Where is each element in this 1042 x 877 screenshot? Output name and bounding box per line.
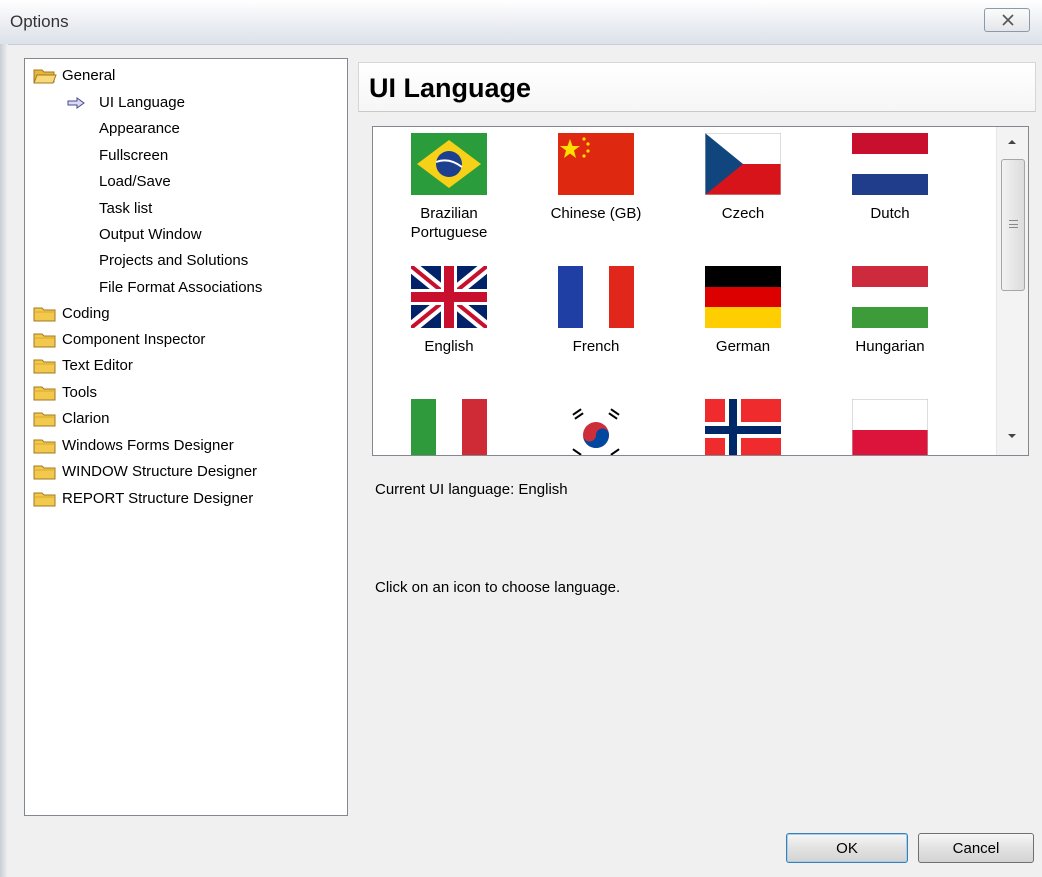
- language-list[interactable]: Brazilian Portuguese Chinese (GB) Czech D…: [372, 126, 1029, 456]
- tree-item-label: Projects and Solutions: [99, 252, 249, 269]
- scrollbar-thumb[interactable]: [1001, 159, 1025, 291]
- korea-flag-icon: [558, 399, 634, 455]
- folder-open-icon: [33, 69, 57, 84]
- hungary-flag-icon: [852, 266, 928, 328]
- language-item-german[interactable]: German: [683, 266, 803, 386]
- tree-item-label: Task list: [99, 200, 153, 217]
- language-list-scrollbar[interactable]: [996, 127, 1028, 455]
- folder-icon: [33, 386, 56, 401]
- arrow-right-icon: [67, 97, 85, 109]
- language-item-hungarian[interactable]: Hungarian: [830, 266, 950, 386]
- scroll-up-icon[interactable]: [1005, 137, 1019, 147]
- brazil-flag-icon: [411, 133, 487, 195]
- folder-icon: [33, 412, 56, 427]
- poland-flag-icon: [852, 399, 928, 455]
- language-item-dutch[interactable]: Dutch: [830, 133, 950, 253]
- folder-icon: [33, 439, 56, 454]
- scroll-down-icon[interactable]: [1005, 431, 1019, 441]
- language-item-french[interactable]: French: [536, 266, 656, 386]
- tree-item-label: Clarion: [62, 410, 110, 427]
- uk-flag-icon: [411, 266, 487, 328]
- folder-icon: [33, 359, 56, 374]
- language-label: German: [715, 338, 771, 355]
- tree-item-label: WINDOW Structure Designer: [62, 463, 258, 480]
- panel-header: UI Language: [358, 62, 1036, 112]
- language-label: Hungarian: [855, 338, 925, 355]
- language-item-norwegian[interactable]: [683, 399, 803, 455]
- window-frame: [0, 44, 8, 877]
- tree-item-label: Text Editor: [62, 357, 133, 374]
- tree-item-label: UI Language: [99, 94, 185, 111]
- language-label: Dutch: [870, 205, 910, 222]
- language-item-polish[interactable]: [830, 399, 950, 455]
- tree-item-label: Appearance: [99, 120, 180, 137]
- language-item-korean[interactable]: [536, 399, 656, 455]
- current-language-label: Current UI language: English: [375, 481, 568, 498]
- folder-icon: [33, 492, 56, 507]
- language-item-brazilian-portuguese[interactable]: Brazilian Portuguese: [389, 133, 509, 253]
- tree-item-label: Output Window: [99, 226, 202, 243]
- instruction-text: Click on an icon to choose language.: [375, 579, 621, 596]
- page-title: UI Language: [369, 73, 532, 103]
- close-button[interactable]: [984, 8, 1030, 32]
- language-label: English: [424, 338, 474, 355]
- tree-item-label: Fullscreen: [99, 147, 169, 164]
- tree-item-label: Component Inspector: [62, 331, 206, 348]
- tree-item-label: Tools: [62, 384, 98, 401]
- czech-flag-icon: [705, 133, 781, 195]
- netherlands-flag-icon: [852, 133, 928, 195]
- language-item-czech[interactable]: Czech: [683, 133, 803, 253]
- tree-item-label: Coding: [62, 305, 110, 322]
- title-bar: Options: [0, 0, 1042, 45]
- tree-item-label: REPORT Structure Designer: [62, 490, 254, 507]
- language-item-english[interactable]: English: [389, 266, 509, 386]
- close-icon: [1002, 14, 1014, 26]
- tree-item-label: General: [62, 67, 116, 84]
- france-flag-icon: [558, 266, 634, 328]
- cancel-button[interactable]: Cancel: [918, 833, 1034, 863]
- window-title: Options: [10, 12, 69, 31]
- language-label: Chinese (GB): [550, 205, 642, 222]
- ok-button[interactable]: OK: [786, 833, 908, 863]
- folder-icon: [33, 333, 56, 348]
- language-label: French: [572, 338, 620, 355]
- language-item-chinese[interactable]: Chinese (GB): [536, 133, 656, 253]
- tree-item-label: Windows Forms Designer: [62, 437, 234, 454]
- norway-flag-icon: [705, 399, 781, 455]
- folder-icon: [33, 307, 56, 322]
- language-label: Brazilian Portuguese: [410, 205, 488, 241]
- tree-item-label: File Format Associations: [99, 279, 263, 296]
- grip-icon: [1009, 220, 1018, 228]
- germany-flag-icon: [705, 266, 781, 328]
- language-item-italian[interactable]: [389, 399, 509, 455]
- italy-flag-icon: [411, 399, 487, 455]
- china-flag-icon: [558, 133, 634, 195]
- tree-item-label: Load/Save: [99, 173, 171, 190]
- language-label: Czech: [721, 205, 765, 222]
- folder-icon: [33, 465, 56, 480]
- options-tree[interactable]: General UI Language Appearance Fullscree…: [24, 58, 348, 816]
